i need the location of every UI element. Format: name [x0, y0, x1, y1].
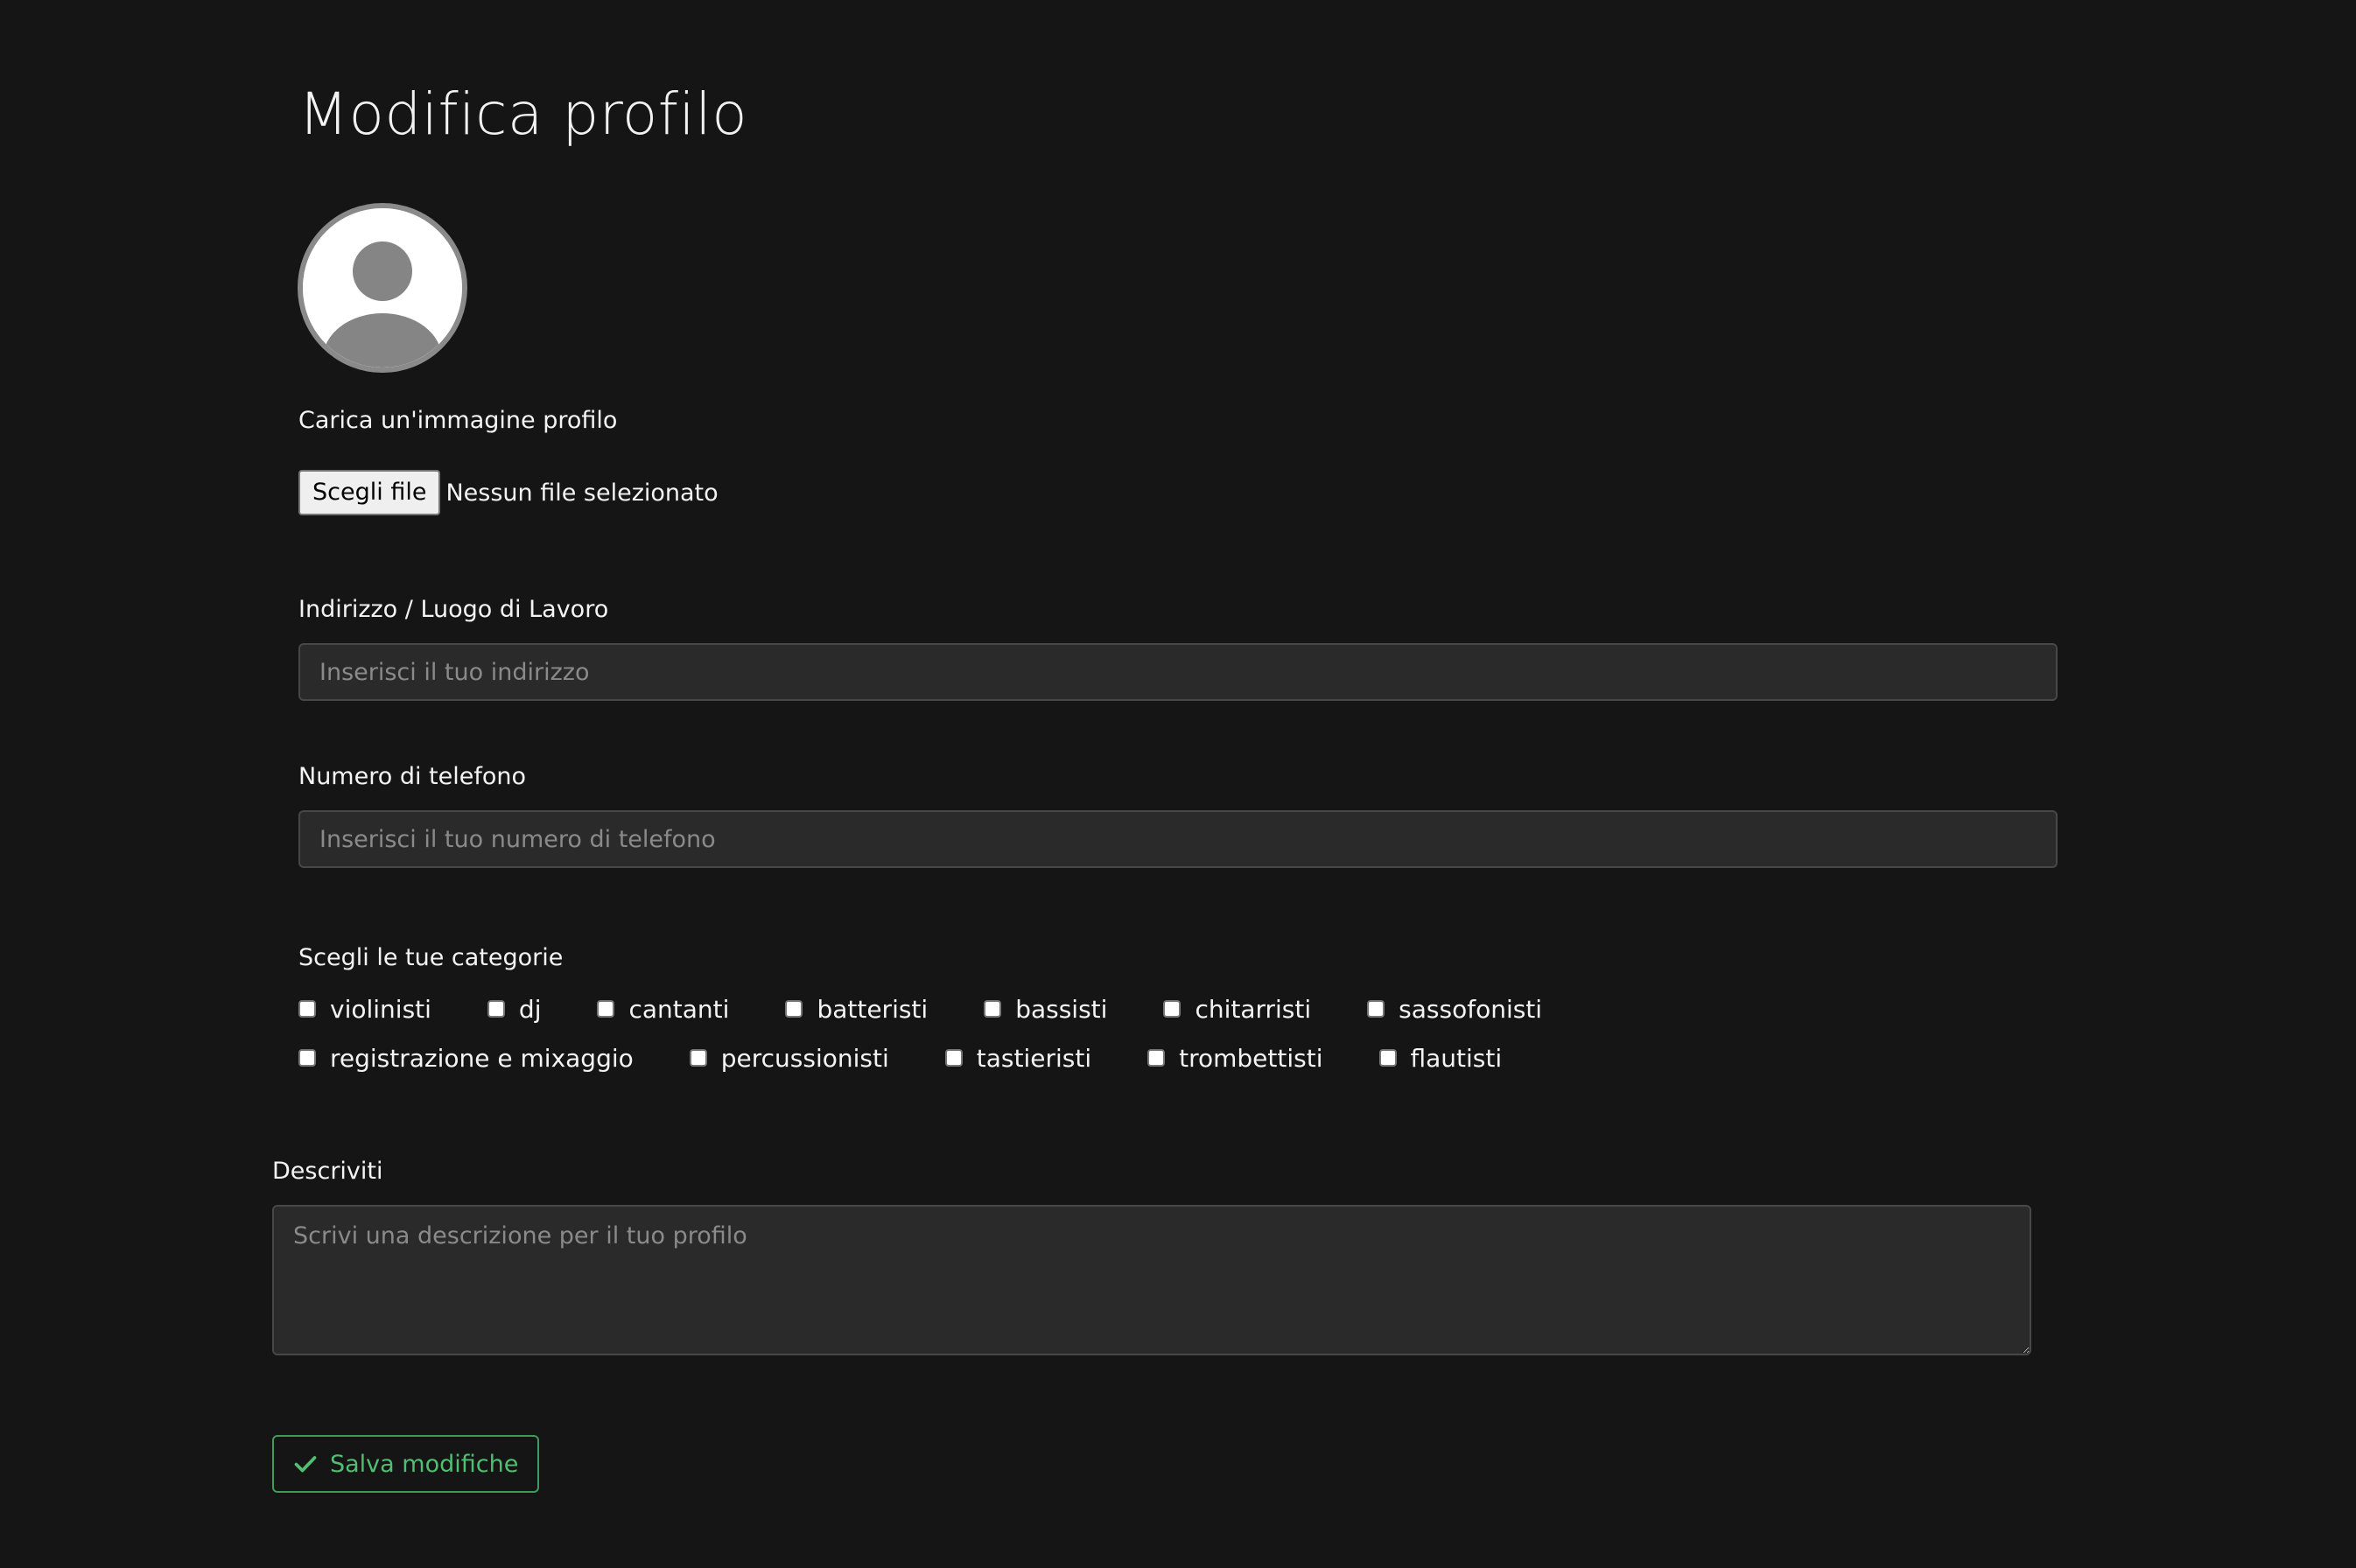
file-picker: Scegli file Nessun file selezionato	[298, 470, 719, 515]
user-silhouette-icon	[303, 208, 462, 368]
category-label: flautisti	[1410, 1043, 1503, 1073]
category-checkbox[interactable]	[1378, 1049, 1397, 1067]
category-checkbox[interactable]	[689, 1049, 707, 1067]
category-flautisti[interactable]: flautisti	[1378, 1043, 1503, 1073]
category-checkbox[interactable]	[1163, 1000, 1182, 1018]
avatar	[298, 203, 467, 373]
description-label: Descriviti	[272, 1158, 383, 1185]
save-button-label: Salva modifiche	[330, 1450, 519, 1478]
category-bassisti[interactable]: bassisti	[984, 995, 1107, 1024]
categories-row-1: violinisti dj cantanti batteristi bassis…	[298, 991, 1542, 1026]
category-label: dj	[518, 994, 542, 1024]
category-violinisti[interactable]: violinisti	[298, 995, 431, 1024]
page-title: Modifica profilo	[298, 80, 748, 148]
save-button[interactable]: Salva modifiche	[272, 1435, 540, 1493]
category-checkbox[interactable]	[785, 1000, 803, 1018]
category-percussionisti[interactable]: percussionisti	[689, 1043, 889, 1073]
category-dj[interactable]: dj	[487, 994, 542, 1024]
category-checkbox[interactable]	[597, 1000, 615, 1018]
category-label: bassisti	[1015, 994, 1108, 1024]
address-input[interactable]	[298, 643, 2058, 701]
description-textarea[interactable]	[272, 1205, 2031, 1355]
category-checkbox[interactable]	[1367, 1000, 1385, 1018]
category-label: cantanti	[628, 994, 730, 1024]
category-cantanti[interactable]: cantanti	[597, 995, 729, 1024]
category-checkbox[interactable]	[1147, 1049, 1166, 1067]
category-tastieristi[interactable]: tastieristi	[944, 1043, 1092, 1073]
category-label: chitarristi	[1195, 994, 1312, 1024]
category-checkbox[interactable]	[984, 1000, 1002, 1018]
category-registrazione-e-mixaggio[interactable]: registrazione e mixaggio	[298, 1044, 634, 1073]
file-status: Nessun file selezionato	[445, 479, 719, 507]
check-icon	[294, 1456, 317, 1473]
category-trombettisti[interactable]: trombettisti	[1147, 1043, 1323, 1073]
category-chitarristi[interactable]: chitarristi	[1163, 995, 1311, 1024]
choose-file-button[interactable]: Scegli file	[298, 470, 441, 515]
categories-row-2: registrazione e mixaggio percussionisti …	[298, 1040, 1502, 1075]
category-label: tastieristi	[976, 1043, 1092, 1073]
category-label: trombettisti	[1179, 1043, 1323, 1073]
address-label: Indirizzo / Luogo di Lavoro	[298, 596, 609, 623]
categories-label: Scegli le tue categorie	[298, 944, 564, 971]
phone-input[interactable]	[298, 810, 2058, 868]
category-label: registrazione e mixaggio	[330, 1043, 634, 1073]
category-label: sassofonisti	[1399, 994, 1543, 1024]
category-checkbox[interactable]	[944, 1049, 963, 1067]
category-label: percussionisti	[720, 1043, 889, 1073]
category-checkbox[interactable]	[298, 1000, 316, 1018]
phone-label: Numero di telefono	[298, 763, 527, 790]
category-checkbox[interactable]	[298, 1049, 316, 1067]
category-label: batteristi	[817, 994, 929, 1024]
category-sassofonisti[interactable]: sassofonisti	[1367, 995, 1542, 1024]
category-checkbox[interactable]	[487, 1000, 505, 1018]
category-batteristi[interactable]: batteristi	[785, 995, 928, 1024]
upload-label: Carica un'immagine profilo	[298, 407, 618, 434]
category-label: violinisti	[330, 994, 431, 1024]
